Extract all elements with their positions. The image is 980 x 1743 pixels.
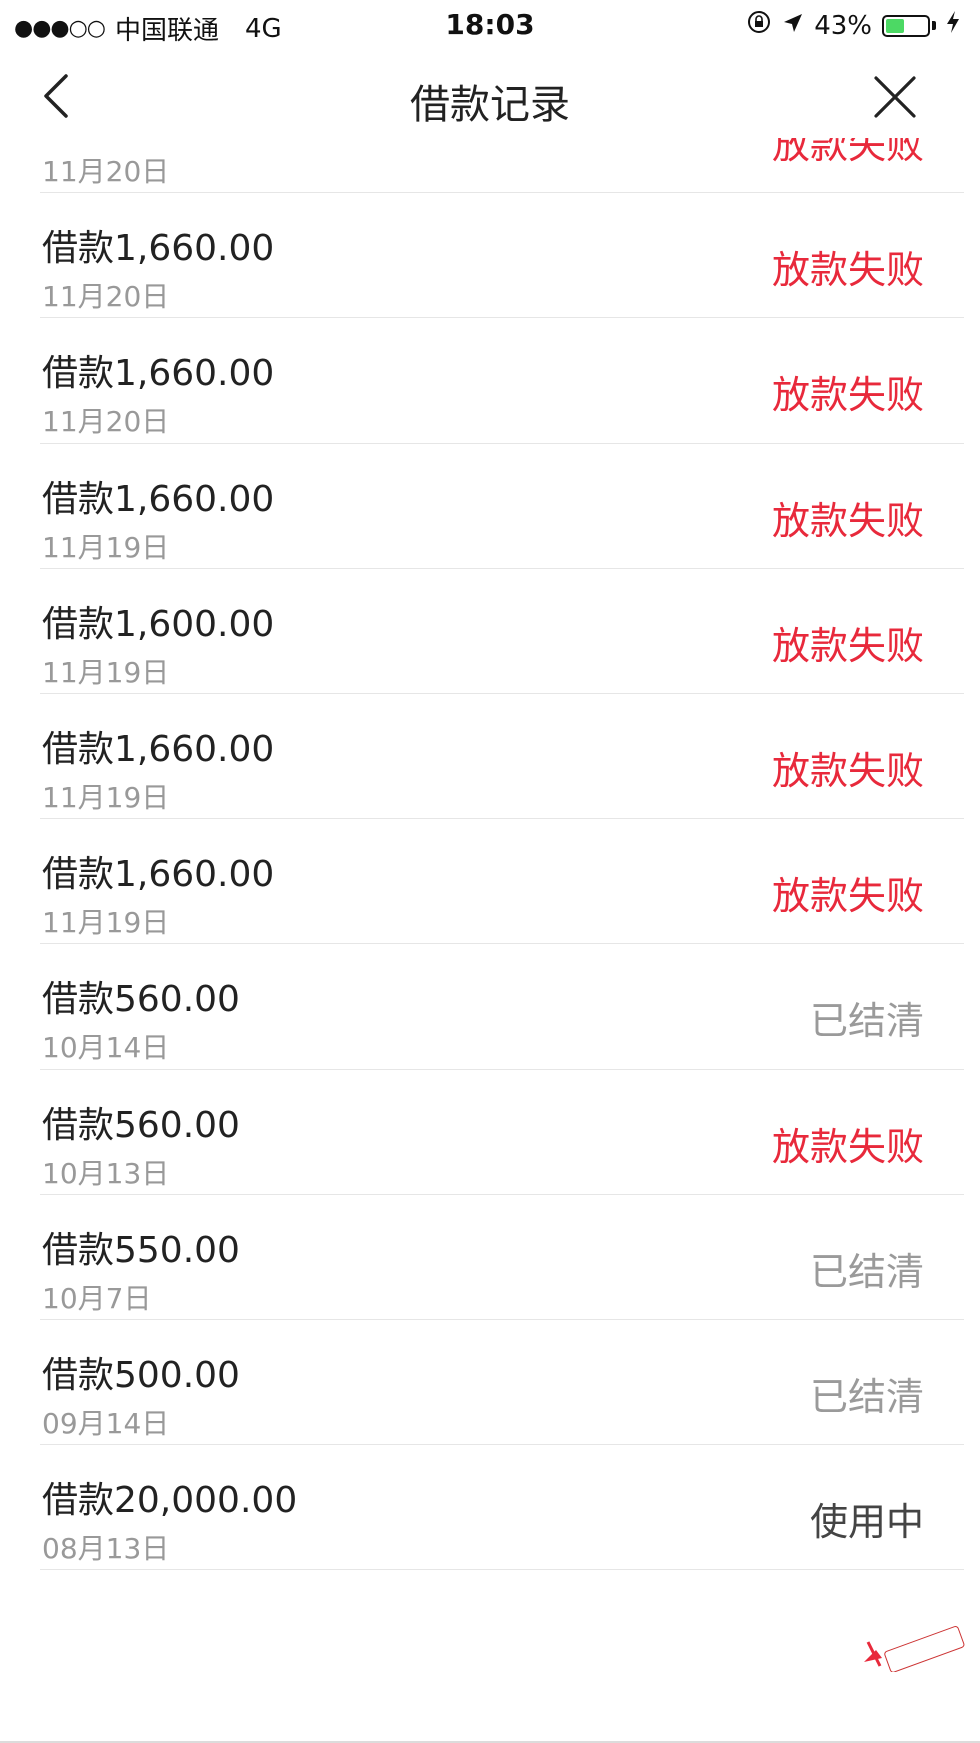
rotation-lock-icon — [746, 9, 772, 42]
watermark — [860, 1622, 970, 1673]
loan-date: 11月19日 — [42, 781, 170, 814]
page-title: 借款记录 — [410, 82, 570, 128]
loan-date: 11月19日 — [42, 655, 170, 689]
loan-amount: 借款1,660.00 — [42, 478, 275, 520]
list-item[interactable]: 借款1,660.00 11月19日 放款失败 — [0, 694, 980, 820]
loan-amount: 借款560.00 — [42, 1104, 240, 1146]
loan-amount: 借款550.00 — [42, 1229, 240, 1271]
loan-status: 放款失败 — [771, 248, 924, 293]
loan-status: 已结清 — [809, 1375, 924, 1419]
loan-date: 11月20日 — [42, 280, 170, 314]
watermark-logo-icon — [864, 1626, 965, 1673]
loan-date: 10月14日 — [42, 1031, 170, 1065]
list-item[interactable]: 借款1,660.00 11月20日 放款失败 — [0, 193, 980, 319]
charging-bolt-icon — [946, 10, 960, 41]
loan-status: 放款失败 — [771, 498, 924, 543]
loan-date: 11月19日 — [42, 906, 170, 940]
loan-status: 放款失败 — [771, 1124, 924, 1169]
loan-date: 11月20日 — [42, 155, 170, 188]
loan-date: 11月20日 — [42, 405, 170, 439]
battery-tip — [932, 21, 936, 30]
loan-date: 10月7日 — [42, 1281, 152, 1315]
battery-icon — [882, 14, 930, 37]
close-icon — [874, 76, 916, 118]
status-right: 43% — [746, 9, 960, 42]
loan-status: 使用中 — [809, 1500, 924, 1545]
loan-status: 放款失败 — [771, 623, 924, 668]
loan-amount: 借款20,000.00 — [42, 1480, 298, 1522]
list-item[interactable]: 借款1,660.00 11月20日 放款失败 — [0, 318, 980, 444]
loan-date: 11月19日 — [42, 530, 170, 564]
loan-status: 已结清 — [809, 1249, 924, 1294]
loan-status: 放款失败 — [771, 373, 924, 418]
loan-amount: 借款560.00 — [42, 979, 240, 1021]
list-item[interactable]: 借款1,660.00 11月19日 放款失败 — [0, 444, 980, 569]
list-item[interactable]: 借款20,000.00 08月13日 使用中 — [0, 1445, 980, 1571]
loan-amount: 借款500.00 — [42, 1355, 240, 1396]
location-arrow-icon — [782, 11, 804, 41]
list-item[interactable]: 借款560.00 10月14日 已结清 — [0, 944, 980, 1070]
loan-status: 放款失败 — [771, 749, 924, 793]
loan-date: 10月13日 — [42, 1156, 170, 1190]
list-item[interactable]: 借款1,600.00 11月19日 放款失败 — [0, 569, 980, 694]
loan-amount: 借款1,660.00 — [42, 228, 275, 270]
loan-amount: 借款1,660.00 — [42, 854, 275, 896]
loan-status: 放款失败 — [771, 138, 924, 167]
battery-percent: 43% — [814, 10, 872, 41]
loan-status: 已结清 — [809, 999, 924, 1044]
list-item[interactable]: 借款550.00 10月7日 已结清 — [0, 1195, 980, 1320]
list-item[interactable]: 11月20日 放款失败 — [0, 138, 980, 194]
loan-amount: 借款1,600.00 — [42, 603, 275, 645]
loan-date: 08月13日 — [42, 1532, 170, 1566]
loan-status: 放款失败 — [771, 874, 924, 919]
loan-amount: 借款1,660.00 — [42, 729, 275, 770]
battery-fill — [886, 18, 905, 33]
loan-date: 09月14日 — [42, 1407, 170, 1440]
close-button[interactable] — [870, 68, 920, 124]
nav-bar: 借款记录 — [0, 52, 980, 138]
status-bar: ●●●○○ 中国联通 4G 18:03 43% — [0, 0, 980, 52]
loan-amount: 借款1,660.00 — [42, 353, 275, 395]
list-item[interactable]: 借款1,660.00 11月19日 放款失败 — [0, 819, 980, 945]
list-item[interactable]: 借款500.00 09月14日 已结清 — [0, 1320, 980, 1446]
row-divider — [40, 1569, 964, 1571]
loan-record-list[interactable]: 11月20日 放款失败 借款1,660.00 11月20日 放款失败 借款1,660.00… — [0, 138, 980, 1743]
list-item[interactable]: 借款560.00 10月13日 放款失败 — [0, 1070, 980, 1195]
